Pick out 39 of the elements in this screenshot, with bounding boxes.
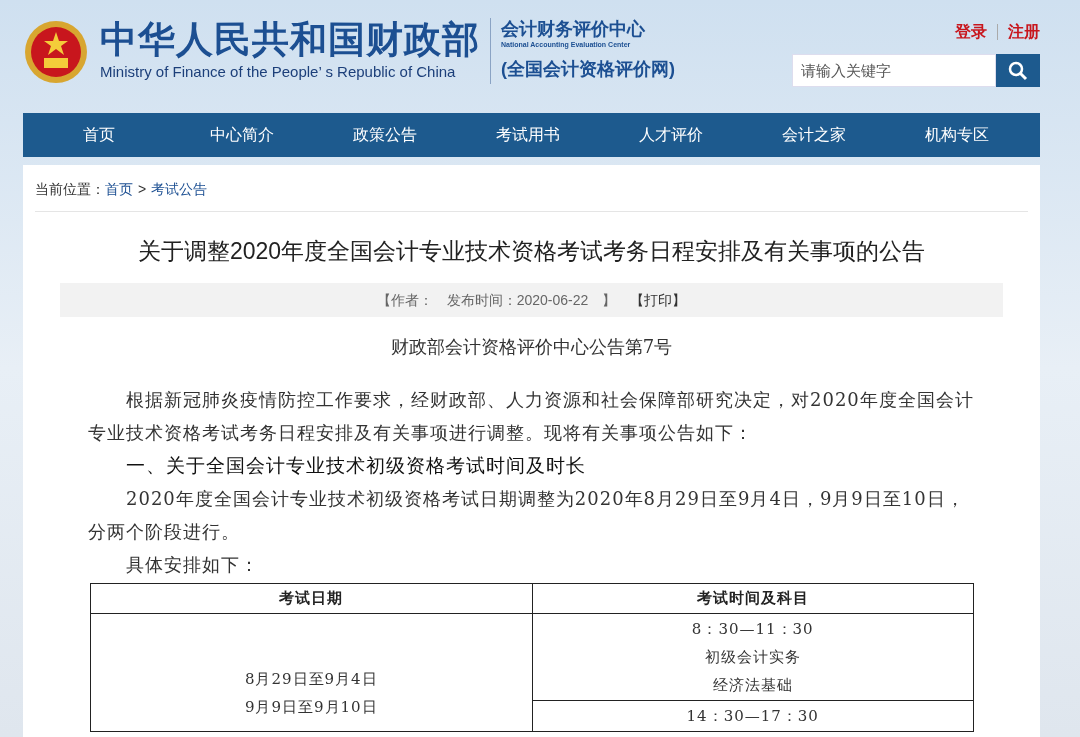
search-field[interactable]: 请输入关键字 — [792, 54, 996, 87]
meta-text: 发布时间：2020-06-22 — [446, 290, 589, 310]
session-text: 初级会计实务 — [703, 647, 802, 668]
paragraph: 2020年度全国会计专业技术初级资格考试日期调整为2020年8月29日至9月4日，9月9日至10日，分两个阶段进行。 — [88, 487, 966, 544]
emblem-icon — [24, 18, 88, 86]
nav-item[interactable]: 中心简介 — [170, 123, 313, 147]
table-header: 考试日期 — [90, 583, 532, 614]
session-text: 14：30—17：30 — [685, 706, 820, 727]
section-heading: 一、关于全国会计专业技术初级资格考试时间及时长 — [125, 454, 587, 478]
center-name: 会计财务评价中心 — [501, 18, 646, 40]
nav-item[interactable]: 人才评价 — [599, 123, 742, 147]
exam-date: 8月29日至9月4日 — [243, 668, 379, 690]
nav-item[interactable]: 会计之家 — [742, 123, 885, 147]
nav-item[interactable]: 政策公告 — [313, 123, 456, 147]
article-title: 关于调整2020年度全国会计专业技术资格考试考务日程安排及有关事项的公告 — [136, 237, 927, 266]
ministry-name-english: Ministry of Finance of the People’ s Republic of China — [100, 62, 457, 82]
search-icon — [1008, 60, 1028, 81]
header-link[interactable]: 登录 — [955, 20, 987, 44]
session-text: 8：30—11：30 — [690, 619, 815, 640]
document-number: 财政部会计资格评价中心公告第7号 — [389, 335, 674, 359]
nav-item[interactable]: 机构专区 — [885, 123, 1028, 147]
session-text: 经济法基础 — [711, 675, 794, 696]
meta-text: 【作者： — [376, 290, 433, 310]
paragraph: 根据新冠肺炎疫情防控工作要求，经财政部、人力资源和社会保障部研究决定，对2020年度全国会计专业技术资格考试考务日程安排及有关事项进行调整。现将有关事项公告如下： — [88, 388, 975, 445]
paragraph: 具体安排如下： — [125, 553, 260, 577]
ministry-name: 中华人民共和国财政部 — [100, 18, 480, 62]
breadcrumb-link[interactable]: 首页 — [105, 178, 133, 200]
print-link[interactable]: 【打印】 — [630, 289, 687, 311]
search-button[interactable] — [996, 54, 1040, 87]
exam-date: 9月9日至9月10日 — [243, 696, 379, 718]
breadcrumb-separator: > — [138, 179, 147, 199]
breadcrumb-label: 当前位置： — [35, 179, 105, 199]
nav-item[interactable]: 考试用书 — [456, 123, 599, 147]
nav-item[interactable]: 首页 — [27, 123, 170, 147]
table-header: 考试时间及科目 — [532, 583, 974, 614]
meta-text: 】 — [602, 290, 617, 310]
header-link[interactable]: 注册 — [1008, 20, 1040, 44]
site-name: (全国会计资格评价网) — [501, 58, 675, 80]
breadcrumb-link[interactable]: 考试公告 — [151, 178, 208, 200]
